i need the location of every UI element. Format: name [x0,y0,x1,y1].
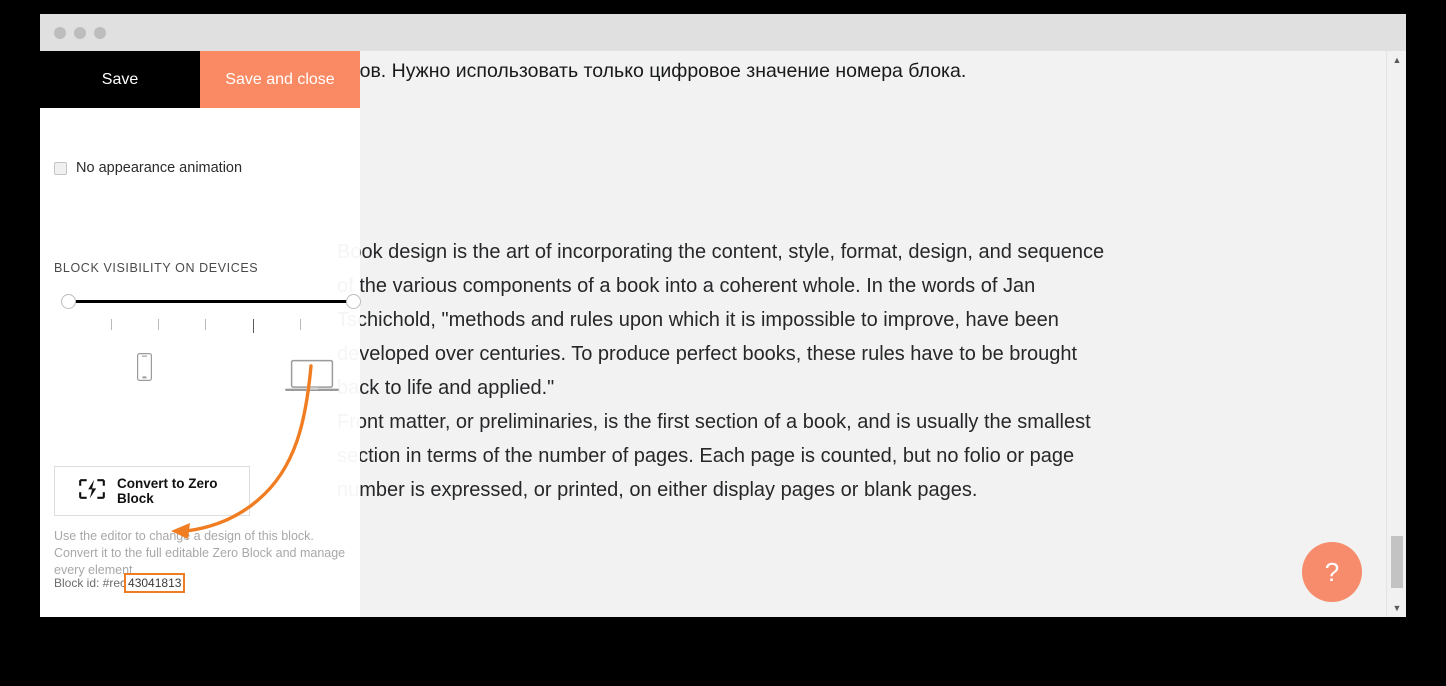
paragraph-front-matter: Front matter, or preliminaries, is the f… [337,411,1091,501]
no-appearance-animation-row[interactable]: No appearance animation [54,160,242,176]
block-visibility-section-title: BLOCK VISIBILITY ON DEVICES [54,261,259,275]
slider-ticks [54,319,354,333]
no-appearance-animation-checkbox[interactable] [54,161,67,175]
zero-block-bolt-icon [79,478,105,504]
paragraph-book-design: Book design is the art of incorporating … [337,241,1105,399]
zoom-dot-icon[interactable] [94,27,106,39]
minimize-dot-icon[interactable] [74,27,86,39]
slider-tick-3 [205,319,206,330]
slider-tick-5 [300,319,301,330]
convert-hint-text: Use the editor to change a design of thi… [54,529,346,577]
scroll-up-arrow-icon[interactable]: ▲ [1387,51,1406,69]
save-button[interactable]: Save [40,51,200,108]
help-button[interactable]: ? [1302,542,1362,602]
device-icon-row [54,353,354,395]
vertical-scrollbar[interactable]: ▲ ▼ [1386,51,1406,617]
screen-root: оков. Нужно использовать только цифровое… [0,0,1446,686]
block-id-row: Block id: #rec 43041813 [54,573,186,593]
slider-tick-1 [111,319,112,330]
slider-handle-desktop[interactable] [346,294,361,309]
window-titlebar [40,14,1406,51]
save-and-close-button[interactable]: Save and close [200,51,360,108]
convert-to-zero-block-label: Convert to Zero Block [117,476,218,506]
panel-body: No appearance animation BLOCK VISIBILITY… [40,108,361,617]
headline-russian: оков. Нужно использовать только цифровое… [340,60,967,82]
slider-handle-mobile[interactable] [61,294,76,309]
convert-to-zero-block-button[interactable]: Convert to Zero Block [54,466,250,516]
phone-icon [137,353,153,386]
scrollbar-thumb[interactable] [1391,536,1403,588]
panel-action-bar: Save Save and close [40,51,360,108]
window-controls [54,27,106,39]
close-dot-icon[interactable] [54,27,66,39]
laptop-icon [285,359,339,398]
scroll-down-arrow-icon[interactable]: ▼ [1387,599,1406,617]
browser-window: оков. Нужно использовать только цифровое… [40,14,1406,617]
block-settings-panel: Save Save and close No appearance animat… [40,51,361,617]
slider-track[interactable] [62,300,353,303]
block-id-value[interactable]: 43041813 [124,573,186,593]
slider-tick-2 [158,319,159,330]
block-id-prefix: Block id: #rec [54,576,127,590]
slider-tick-4 [253,319,254,333]
no-appearance-animation-label: No appearance animation [76,160,243,176]
